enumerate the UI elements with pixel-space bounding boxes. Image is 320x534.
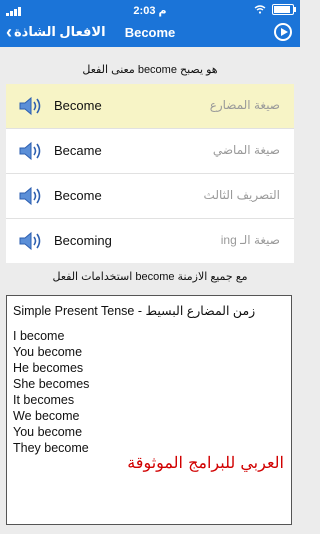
speaker-icon[interactable] [18,96,42,116]
speaker-icon[interactable] [18,141,42,161]
watermark-text: العربي للبرامج الموثوقة [127,453,284,472]
wifi-icon [254,5,266,14]
conjugation-line: He becomes [13,361,84,375]
form-label: صيغة الـ ing [220,233,280,247]
conjugation-line: You become [13,345,83,359]
conjugation-line: She becomes [13,377,90,391]
form-word: Became [54,143,102,158]
meaning-title: معنى الفعل become هو يصبح [82,64,218,76]
form-word: Become [54,188,102,203]
form-row-ing[interactable]: Becoming صيغة الـ ing [6,219,294,263]
form-word: Become [54,98,102,113]
conjugation-line: You become [13,425,83,439]
status-right [254,4,296,15]
page-title: Become [124,25,176,40]
speaker-icon[interactable] [18,186,42,206]
form-label: صيغة الماضي [212,143,280,157]
conjugation-line: I become [13,329,65,343]
verb-forms-card: Become صيغة المضارع Became صيغة الماضي B… [6,84,294,263]
form-word: Becoming [54,233,112,248]
usage-title: استخدامات الفعل become مع جميع الازمنة [52,271,248,283]
form-label: التصريف الثالث [203,188,280,202]
form-label: صيغة المضارع [209,98,280,112]
form-row-participle[interactable]: Become التصريف الثالث [6,174,294,219]
conjugation-line: We become [13,409,80,423]
status-bar: 2:03 م [0,0,300,20]
nav-bar: ‹ الافعال الشاذة Become [0,20,300,47]
tense-heading: Simple Present Tense - زمن المضارع البسي… [13,304,285,319]
tense-heading-en: Simple Present Tense - [13,304,142,318]
battery-icon [272,4,296,15]
conjugation-line: It becomes [13,393,75,407]
speaker-icon[interactable] [18,231,42,251]
tense-heading-ar: زمن المضارع البسيط [145,304,256,318]
form-row-past[interactable]: Became صيغة الماضي [6,129,294,174]
form-row-present[interactable]: Become صيغة المضارع [6,84,294,129]
play-icon[interactable] [274,23,292,41]
usage-textbox[interactable]: Simple Present Tense - زمن المضارع البسي… [6,295,292,525]
